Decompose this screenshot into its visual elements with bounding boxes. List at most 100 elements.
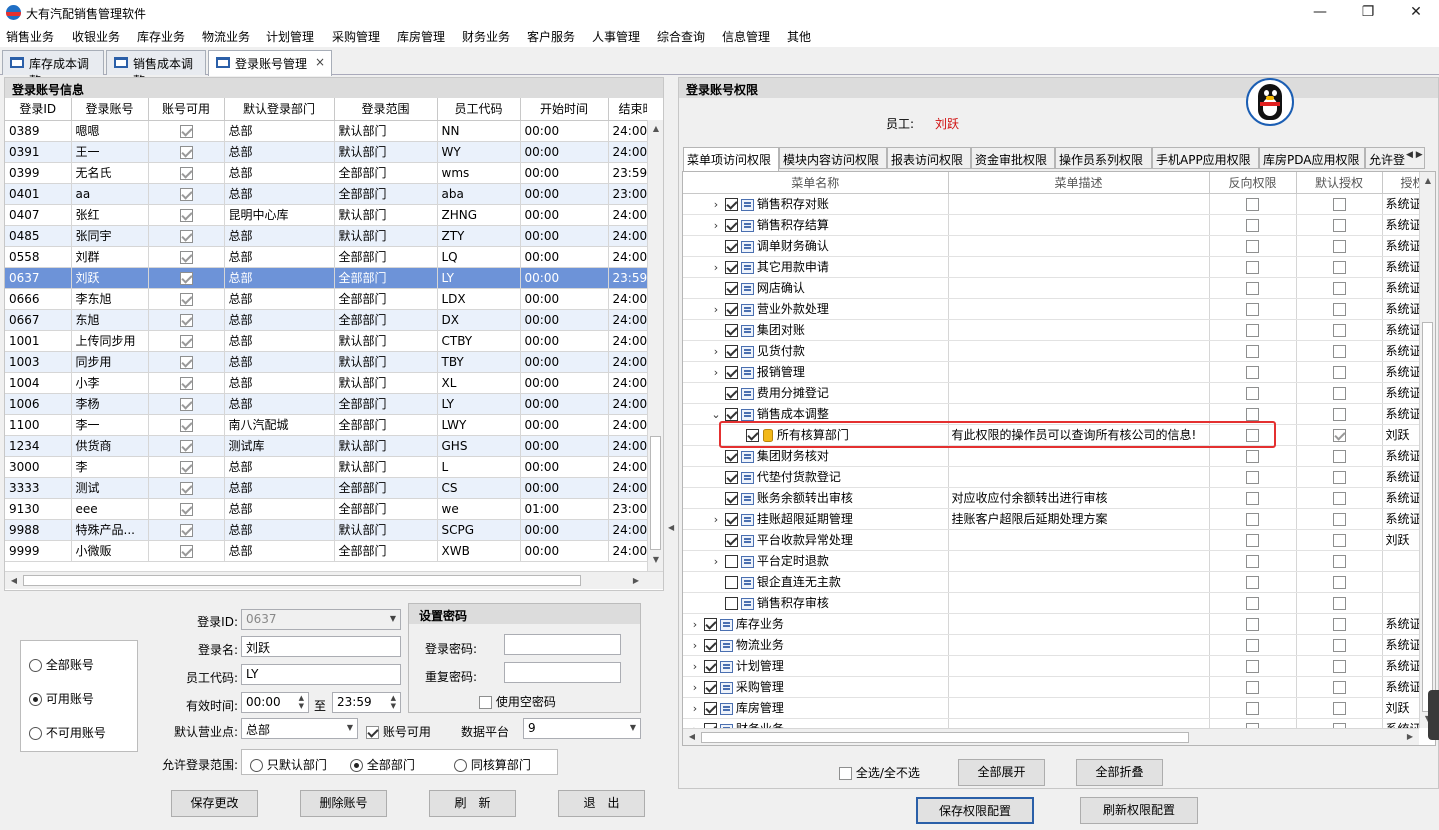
- checkbox-icon[interactable]: [179, 418, 193, 432]
- permission-checkbox[interactable]: [724, 219, 738, 232]
- reverse-perm-checkbox[interactable]: [1246, 533, 1259, 547]
- column-header[interactable]: 员工代码: [437, 98, 521, 121]
- expand-toggle-icon[interactable]: ›: [711, 345, 721, 358]
- menu-item-1[interactable]: 收银业务: [72, 28, 120, 45]
- reverse-perm-checkbox[interactable]: [1246, 680, 1259, 694]
- permission-tab-1[interactable]: 模块内容访问权限: [779, 147, 887, 169]
- expand-toggle-icon[interactable]: ›: [690, 702, 700, 715]
- tree-row[interactable]: 平台收款异常处理 刘跃: [683, 529, 1419, 551]
- table-row[interactable]: 0558 刘群 总部 全部部门 LQ 00:00 24:00: [5, 246, 647, 268]
- refresh-button[interactable]: 刷 新: [429, 790, 516, 817]
- tree-row[interactable]: › 库存业务 系统证: [683, 613, 1419, 635]
- table-row[interactable]: 1004 小李 总部 默认部门 XL 00:00 24:00: [5, 372, 647, 394]
- default-grant-checkbox[interactable]: [1332, 596, 1346, 610]
- permission-checkbox[interactable]: [703, 639, 717, 652]
- menu-item-12[interactable]: 其他: [787, 28, 811, 45]
- permission-tab-5[interactable]: 手机APP应用权限: [1152, 147, 1259, 169]
- tree-row[interactable]: 集团财务核对 系统证: [683, 445, 1419, 467]
- filter-all-radio[interactable]: [29, 659, 42, 672]
- menu-item-3[interactable]: 物流业务: [202, 28, 250, 45]
- reverse-perm-checkbox[interactable]: [1246, 701, 1259, 715]
- select-all-checkbox[interactable]: 全选/全不选: [839, 764, 920, 781]
- menu-item-5[interactable]: 采购管理: [332, 28, 380, 45]
- checkbox-icon[interactable]: [179, 439, 193, 453]
- tree-row[interactable]: › 平台定时退款: [683, 550, 1419, 572]
- permission-checkbox[interactable]: [703, 681, 717, 694]
- tree-row[interactable]: 银企直连无主款: [683, 571, 1419, 593]
- menu-item-9[interactable]: 人事管理: [592, 28, 640, 45]
- column-header[interactable]: 登录ID: [5, 98, 72, 121]
- tree-row[interactable]: 费用分摊登记 系统证: [683, 382, 1419, 404]
- permission-tab-6[interactable]: 库房PDA应用权限: [1259, 147, 1365, 169]
- scroll-up-icon[interactable]: ▲: [1421, 174, 1435, 188]
- table-row[interactable]: 0401 aa 总部 全部部门 aba 00:00 23:00: [5, 183, 647, 205]
- checkbox-icon[interactable]: [179, 145, 193, 159]
- tree-column-header[interactable]: 默认授权: [1296, 172, 1383, 194]
- close-window-button[interactable]: ✕: [1393, 0, 1439, 25]
- password-input[interactable]: [504, 634, 621, 655]
- expand-toggle-icon[interactable]: ⌄: [711, 408, 721, 421]
- tree-row[interactable]: 网店确认 系统证: [683, 277, 1419, 299]
- reverse-perm-checkbox[interactable]: [1246, 302, 1259, 316]
- tree-row[interactable]: › 财务业务 系统证: [683, 718, 1419, 728]
- menu-item-4[interactable]: 计划管理: [266, 28, 314, 45]
- tree-row[interactable]: › 报销管理 系统证: [683, 361, 1419, 383]
- tree-row[interactable]: › 营业外款处理 系统证: [683, 298, 1419, 320]
- tree-row[interactable]: 代垫付货款登记 系统证: [683, 466, 1419, 488]
- filter-enabled-radio[interactable]: [29, 693, 42, 706]
- default-grant-checkbox[interactable]: [1332, 533, 1346, 547]
- table-row[interactable]: 3333 测试 总部 全部部门 CS 00:00 24:00: [5, 477, 647, 499]
- permission-tree-hscroll[interactable]: ◀ ▶: [683, 728, 1419, 745]
- tree-column-header[interactable]: 反向权限: [1209, 172, 1297, 194]
- reverse-perm-checkbox[interactable]: [1246, 491, 1259, 505]
- account-table-vscroll[interactable]: ▲ ▼: [647, 120, 663, 571]
- table-row[interactable]: 9999 小微贩 总部 全部部门 XWB 00:00 24:00: [5, 540, 647, 562]
- login-name-field[interactable]: 刘跃: [241, 636, 401, 657]
- default-grant-checkbox[interactable]: [1332, 281, 1346, 295]
- default-grant-checkbox[interactable]: [1332, 680, 1346, 694]
- checkbox-icon[interactable]: [179, 313, 193, 327]
- refresh-permission-button[interactable]: 刷新权限配置: [1080, 797, 1198, 824]
- table-row[interactable]: 9130 eee 总部 全部部门 we 01:00 23:00: [5, 498, 647, 520]
- tree-row[interactable]: 调单财务确认 系统证: [683, 235, 1419, 257]
- default-point-select[interactable]: 总部 ▼: [241, 718, 358, 739]
- checkbox-icon[interactable]: [179, 544, 193, 558]
- account-table-hscroll[interactable]: ◀ ▶: [5, 571, 663, 589]
- restore-button[interactable]: ❐: [1345, 0, 1391, 25]
- table-row[interactable]: 0399 无名氏 总部 全部部门 wms 00:00 23:59: [5, 162, 647, 184]
- default-grant-checkbox[interactable]: [1332, 554, 1346, 568]
- expand-toggle-icon[interactable]: ›: [690, 639, 700, 652]
- column-header[interactable]: 账号可用: [148, 98, 225, 121]
- scroll-up-icon[interactable]: ▲: [649, 122, 663, 136]
- permission-checkbox[interactable]: [724, 450, 738, 463]
- tree-row[interactable]: › 库房管理 刘跃: [683, 697, 1419, 719]
- table-row[interactable]: 1001 上传同步用 总部 默认部门 CTBY 00:00 24:00: [5, 330, 647, 352]
- column-header[interactable]: 结束时: [608, 98, 647, 121]
- tree-row[interactable]: › 计划管理 系统证: [683, 655, 1419, 677]
- table-row[interactable]: 0666 李东旭 总部 全部部门 LDX 00:00 24:00: [5, 288, 647, 310]
- reverse-perm-checkbox[interactable]: [1246, 365, 1259, 379]
- expand-toggle-icon[interactable]: ›: [711, 555, 721, 568]
- menu-item-7[interactable]: 财务业务: [462, 28, 510, 45]
- expand-toggle-icon[interactable]: ›: [711, 198, 721, 211]
- default-grant-checkbox[interactable]: [1332, 386, 1346, 400]
- menu-item-0[interactable]: 销售业务: [6, 28, 54, 45]
- default-grant-checkbox[interactable]: [1332, 575, 1346, 589]
- tree-column-header[interactable]: 菜单描述: [948, 172, 1210, 194]
- table-row[interactable]: 0391 王一 总部 默认部门 WY 00:00 24:00: [5, 141, 647, 163]
- checkbox-icon[interactable]: [179, 355, 193, 369]
- start-time-spinner[interactable]: 00:00 ▲ ▼: [241, 692, 309, 713]
- default-grant-checkbox[interactable]: [1332, 659, 1346, 673]
- permission-checkbox[interactable]: [724, 240, 738, 253]
- panel-splitter[interactable]: ◀: [666, 77, 676, 830]
- permission-checkbox[interactable]: [724, 282, 738, 295]
- repeat-password-input[interactable]: [504, 662, 621, 683]
- permission-tab-3[interactable]: 资金审批权限: [971, 147, 1055, 169]
- menu-item-11[interactable]: 信息管理: [722, 28, 770, 45]
- reverse-perm-checkbox[interactable]: [1246, 659, 1259, 673]
- minimize-button[interactable]: —: [1297, 0, 1343, 25]
- doc-tab-0[interactable]: 库存成本调整: [2, 50, 104, 88]
- save-changes-button[interactable]: 保存更改: [171, 790, 258, 817]
- permission-checkbox[interactable]: [724, 534, 738, 547]
- table-row[interactable]: 9988 特殊产品... 总部 默认部门 SCPG 00:00 24:00: [5, 519, 647, 541]
